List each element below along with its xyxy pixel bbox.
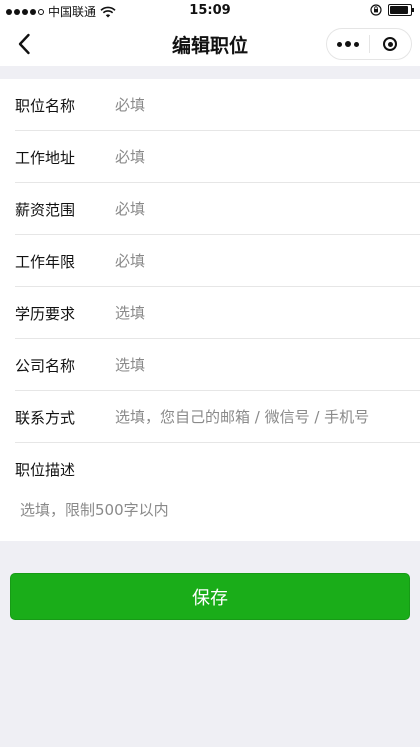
close-miniprogram-icon (383, 37, 398, 51)
form-row-salary-range: 薪资范围 (0, 183, 420, 235)
contact-input[interactable] (115, 404, 410, 430)
field-label: 公司名称 (15, 357, 76, 375)
form-row-work-address: 工作地址 (0, 131, 420, 183)
miniprogram-capsule (326, 28, 412, 60)
job-edit-form: 职位名称 工作地址 薪资范围 工作年限 学历要求 公司名称 联系方式 职位描述 (0, 79, 420, 541)
close-miniprogram-button[interactable] (370, 29, 412, 59)
more-button[interactable] (327, 29, 369, 59)
form-row-work-experience: 工作年限 (0, 235, 420, 287)
rotation-lock-icon (370, 4, 382, 16)
field-label: 学历要求 (15, 305, 76, 323)
nav-bar: 编辑职位 (0, 22, 420, 66)
field-label: 工作年限 (15, 253, 76, 271)
row-divider (15, 442, 420, 443)
form-row-company-name: 公司名称 (0, 339, 420, 391)
more-dots-icon (336, 41, 359, 47)
work-experience-input[interactable] (115, 248, 410, 274)
education-input[interactable] (115, 300, 410, 326)
save-button[interactable]: 保存 (10, 573, 410, 620)
work-address-input[interactable] (115, 144, 410, 170)
battery-icon (388, 4, 414, 16)
field-label: 职位名称 (15, 97, 76, 115)
salary-range-input[interactable] (115, 196, 410, 222)
battery-level (390, 6, 408, 14)
company-name-input[interactable] (115, 352, 410, 378)
field-label: 工作地址 (15, 149, 76, 167)
field-label: 联系方式 (15, 409, 76, 427)
form-row-contact: 联系方式 (0, 391, 420, 443)
status-time: 15:09 (189, 3, 231, 18)
form-row-job-title: 职位名称 (0, 79, 420, 131)
status-right (370, 4, 414, 16)
job-title-input[interactable] (115, 92, 410, 118)
form-row-education: 学历要求 (0, 287, 420, 339)
description-label: 职位描述 (15, 461, 76, 479)
status-bar: 中国联通 15:09 (0, 0, 420, 22)
description-textarea[interactable] (20, 499, 405, 533)
field-label: 薪资范围 (15, 201, 76, 219)
